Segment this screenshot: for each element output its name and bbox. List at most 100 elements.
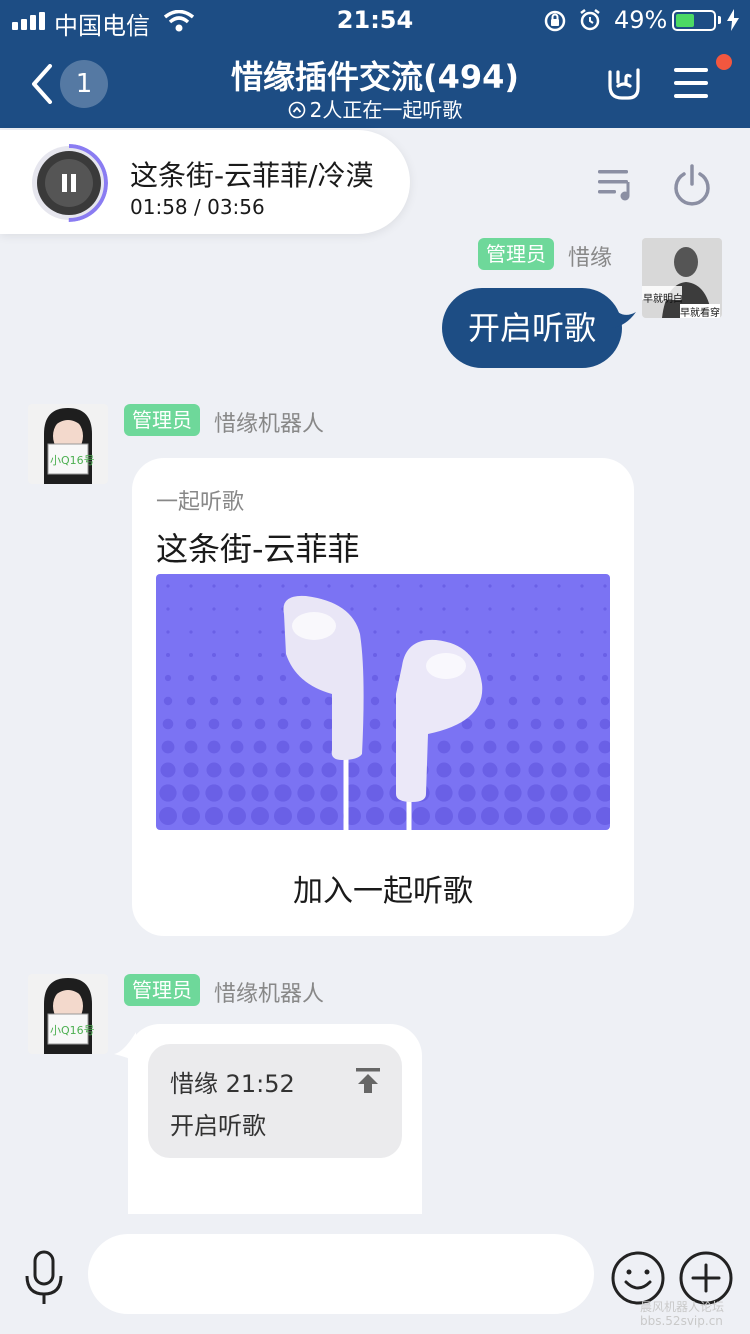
pattern-dot	[505, 762, 521, 778]
listening-status-text: 2人正在一起听歌	[309, 98, 463, 122]
pattern-dot	[166, 584, 170, 588]
pattern-dot	[274, 807, 292, 825]
collapse-up-icon	[288, 101, 305, 119]
rotation-lock-icon	[544, 10, 566, 32]
pattern-dot	[557, 653, 561, 657]
pattern-dot	[511, 584, 515, 588]
pattern-dot	[279, 674, 287, 682]
album-cover-pause-button[interactable]	[30, 144, 108, 222]
pattern-dot	[327, 584, 331, 588]
pattern-dot	[207, 740, 221, 754]
pattern-dot	[528, 762, 544, 778]
pattern-dot	[212, 653, 216, 657]
avatar[interactable]: 小Q16号	[28, 404, 108, 484]
pattern-dot	[554, 696, 564, 706]
pattern-dot	[301, 696, 311, 706]
join-listening-button[interactable]: 加入一起听歌	[132, 866, 634, 910]
charging-bolt-icon	[727, 9, 739, 31]
pattern-dot	[530, 718, 542, 730]
pattern-dot	[460, 740, 474, 754]
pattern-dot	[159, 807, 177, 825]
pin-to-top-icon[interactable]	[354, 1066, 382, 1094]
quote-body: 开启听歌	[170, 1112, 266, 1140]
avatar-portrait	[28, 404, 108, 484]
card-song-title: 这条街-云菲菲	[156, 530, 360, 568]
menu-icon[interactable]	[674, 66, 712, 100]
pattern-dot	[209, 696, 219, 706]
notification-dot	[716, 54, 732, 70]
pattern-dot	[534, 607, 538, 611]
pattern-dot	[367, 762, 383, 778]
pattern-dot	[486, 674, 494, 682]
forum-watermark: 晨风机器人论坛 bbs.52svip.cn	[640, 1300, 724, 1328]
pattern-dot	[531, 696, 541, 706]
pattern-dot	[573, 807, 591, 825]
pattern-dot	[166, 653, 170, 657]
pattern-dot	[412, 807, 430, 825]
pattern-dot	[368, 740, 382, 754]
pattern-dot	[186, 696, 196, 706]
earphones-graphic	[159, 584, 610, 830]
pattern-dot	[396, 630, 400, 634]
pattern-dot	[185, 718, 197, 730]
pattern-dot	[534, 584, 538, 588]
emoji-icon[interactable]	[610, 1250, 666, 1306]
admin-tag: 管理员	[124, 404, 200, 436]
admin-tag: 管理员	[124, 974, 200, 1006]
pattern-dot	[458, 807, 476, 825]
pattern-dot	[324, 696, 334, 706]
sender-name[interactable]: 惜缘机器人	[214, 406, 324, 438]
avatar-caption-1: 早就明白	[643, 294, 683, 305]
pattern-dot	[435, 807, 453, 825]
card-kicker: 一起听歌	[156, 490, 245, 515]
avatar-caption: 小Q16号	[50, 454, 95, 467]
pattern-dot	[603, 653, 607, 657]
watermark-line-2: bbs.52svip.cn	[640, 1314, 723, 1328]
pattern-dot	[162, 718, 174, 730]
avatar[interactable]: 小Q16号	[28, 974, 108, 1054]
pattern-dot	[551, 762, 567, 778]
avatar[interactable]: 早就明白 早就看穿	[642, 238, 722, 318]
pattern-dot	[206, 762, 222, 778]
pattern-dot	[507, 718, 519, 730]
sender-name[interactable]: 惜缘	[568, 240, 612, 272]
pattern-dot	[205, 784, 223, 802]
song-time: 01:58 / 03:56	[130, 195, 265, 219]
song-title: 这条街-云菲菲/冷漠	[130, 159, 374, 192]
pattern-dot	[442, 630, 446, 634]
pattern-dot	[511, 607, 515, 611]
pattern-dot	[511, 653, 515, 657]
add-more-icon[interactable]	[678, 1250, 734, 1306]
message-bubble-outgoing[interactable]: 开启听歌	[442, 288, 622, 368]
watermark-line-1: 晨风机器人论坛	[640, 1300, 725, 1314]
microphone-icon[interactable]	[22, 1250, 66, 1308]
pattern-dot	[366, 807, 384, 825]
pattern-dot	[166, 630, 170, 634]
pattern-dot	[189, 630, 193, 634]
sender-name[interactable]: 惜缘机器人	[214, 976, 324, 1008]
pattern-dot	[437, 740, 451, 754]
pattern-dot	[281, 630, 285, 634]
playlist-icon[interactable]	[598, 168, 636, 202]
pattern-dot	[488, 653, 492, 657]
pattern-dot	[481, 784, 499, 802]
power-exit-icon[interactable]	[672, 164, 712, 206]
pattern-dot	[396, 607, 400, 611]
pattern-dot	[601, 674, 609, 682]
rock-hand-icon[interactable]	[604, 62, 644, 102]
pattern-dot	[373, 653, 377, 657]
pattern-dot	[281, 584, 285, 588]
pattern-dot	[231, 718, 243, 730]
pattern-dot	[251, 807, 269, 825]
pattern-dot	[366, 784, 384, 802]
pattern-dot	[208, 718, 220, 730]
pattern-dot	[603, 584, 607, 588]
pattern-dot	[488, 607, 492, 611]
pattern-dot	[553, 718, 565, 730]
avatar-portrait	[28, 974, 108, 1054]
pattern-dot	[297, 807, 315, 825]
message-input[interactable]	[88, 1234, 594, 1314]
pattern-dot	[483, 740, 497, 754]
pattern-dot	[235, 653, 239, 657]
pattern-dot	[597, 762, 610, 778]
